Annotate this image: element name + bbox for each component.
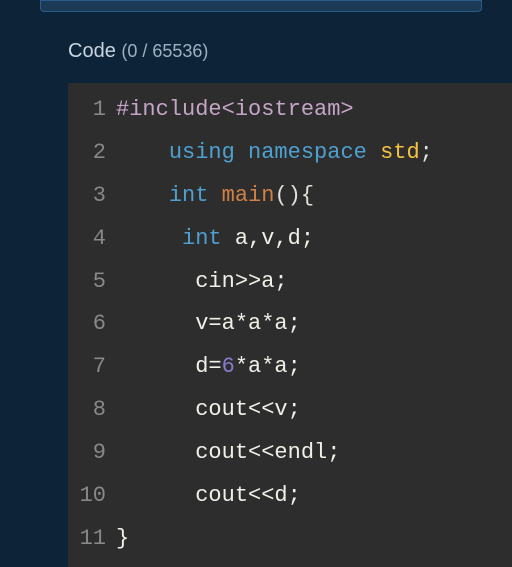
code-line[interactable]: 8 cout<<v; [68,389,512,432]
code-content[interactable]: cin>>a; [116,261,288,304]
code-content[interactable]: v=a*a*a; [116,303,301,346]
line-number: 11 [68,518,116,561]
code-content[interactable]: } [116,518,129,561]
line-number: 1 [68,89,116,132]
line-number: 2 [68,132,116,175]
code-line[interactable]: 4 int a,v,d; [68,218,512,261]
code-line[interactable]: 9 cout<<endl; [68,432,512,475]
code-content[interactable]: cout<<endl; [116,432,340,475]
code-content[interactable]: int a,v,d; [116,218,314,261]
line-number: 5 [68,261,116,304]
code-line[interactable]: 11} [68,518,512,561]
code-content[interactable]: cout<<v; [116,389,301,432]
line-number: 9 [68,432,116,475]
line-number: 6 [68,303,116,346]
line-number: 10 [68,475,116,518]
code-line[interactable]: 7 d=6*a*a; [68,346,512,389]
code-line[interactable]: 6 v=a*a*a; [68,303,512,346]
code-content[interactable]: cout<<d; [116,475,301,518]
code-line[interactable]: 3 int main(){ [68,175,512,218]
code-content[interactable]: int main(){ [116,175,314,218]
code-label-text: Code [68,40,116,62]
code-content[interactable]: d=6*a*a; [116,346,301,389]
code-line[interactable]: 5 cin>>a; [68,261,512,304]
code-line[interactable]: 2 using namespace std; [68,132,512,175]
line-number: 4 [68,218,116,261]
code-section-label: Code (0 / 65536) [68,40,512,63]
line-number: 8 [68,389,116,432]
code-line[interactable]: 1#include<iostream> [68,89,512,132]
line-number: 3 [68,175,116,218]
code-line[interactable]: 10 cout<<d; [68,475,512,518]
panel-border-top [40,0,482,12]
code-content[interactable]: using namespace std; [116,132,433,175]
code-char-counter: (0 / 65536) [121,41,208,61]
code-editor[interactable]: 1#include<iostream>2 using namespace std… [68,83,512,567]
line-number: 7 [68,346,116,389]
code-content[interactable]: #include<iostream> [116,89,354,132]
